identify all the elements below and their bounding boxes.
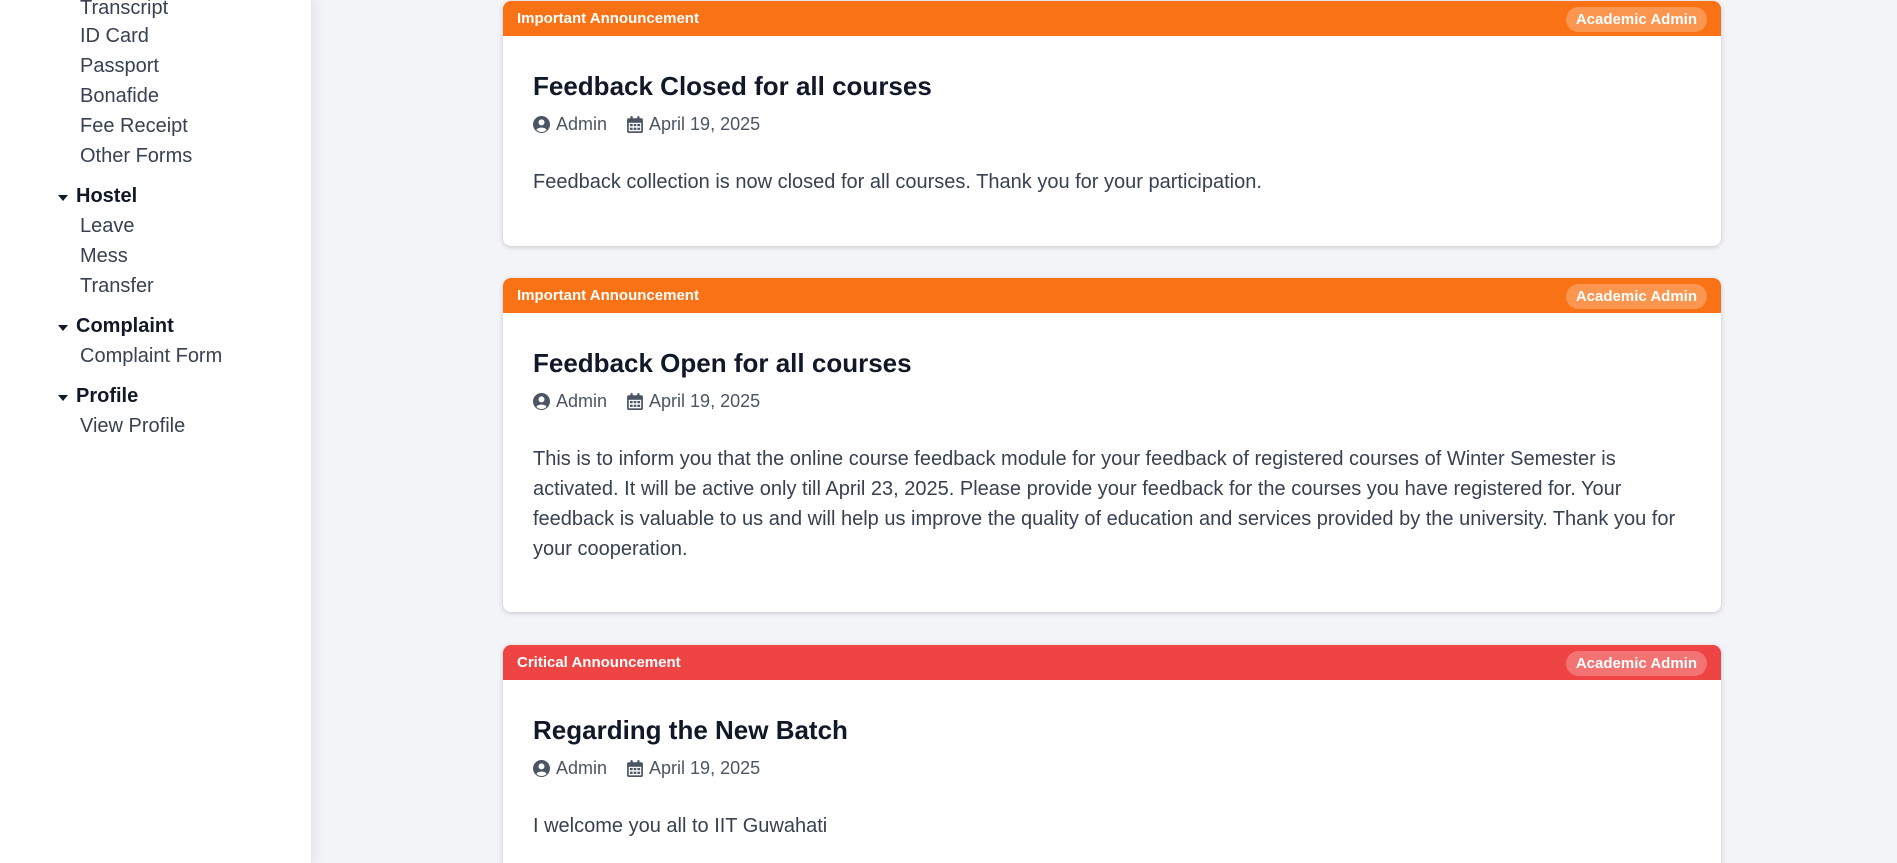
user-circle-icon bbox=[533, 116, 550, 133]
sidebar-section-hostel[interactable]: Hostel bbox=[58, 185, 137, 208]
announcement-type-label: Important Announcement bbox=[517, 10, 699, 27]
announcement-type-bar: Important Announcement Academic Admin bbox=[503, 1, 1721, 36]
sidebar-section-complaint[interactable]: Complaint bbox=[58, 315, 174, 338]
sidebar: Transcript ID Card Passport Bonafide Fee… bbox=[0, 0, 312, 863]
sidebar-item-id-card[interactable]: ID Card bbox=[80, 25, 149, 48]
announcement-title: Feedback Open for all courses bbox=[533, 348, 912, 378]
sidebar-item-complaint-form[interactable]: Complaint Form bbox=[80, 345, 222, 368]
announcement-title: Feedback Closed for all courses bbox=[533, 71, 932, 101]
announcement-type-label: Critical Announcement bbox=[517, 654, 681, 671]
user-circle-icon bbox=[533, 760, 550, 777]
announcement-type-bar: Critical Announcement Academic Admin bbox=[503, 645, 1721, 680]
author-name: Admin bbox=[556, 758, 608, 778]
announcement-date: April 19, 2025 bbox=[649, 391, 761, 411]
announcement-body: Feedback collection is now closed for al… bbox=[533, 171, 1262, 193]
sidebar-item-transcript[interactable]: Transcript bbox=[80, 0, 168, 20]
caret-down-icon bbox=[58, 394, 68, 401]
announcement-meta: Admin April 19, 2025 bbox=[533, 114, 760, 135]
author-name: Admin bbox=[556, 391, 608, 411]
calendar-icon bbox=[627, 116, 643, 133]
sidebar-item-leave[interactable]: Leave bbox=[80, 215, 135, 238]
sidebar-section-label: Complaint bbox=[76, 315, 174, 337]
announcement-card: Critical Announcement Academic Admin Reg… bbox=[503, 645, 1721, 863]
announcement-title: Regarding the New Batch bbox=[533, 715, 848, 745]
caret-down-icon bbox=[58, 324, 68, 331]
user-circle-icon bbox=[533, 393, 550, 410]
sidebar-section-label: Profile bbox=[76, 385, 139, 407]
sidebar-section-label: Hostel bbox=[76, 185, 138, 207]
announcement-meta: Admin April 19, 2025 bbox=[533, 391, 760, 412]
sidebar-item-transfer[interactable]: Transfer bbox=[80, 275, 154, 298]
announcement-type-label: Important Announcement bbox=[517, 287, 699, 304]
source-badge: Academic Admin bbox=[1565, 284, 1707, 309]
announcement-body: I welcome you all to IIT Guwahati bbox=[533, 815, 828, 837]
calendar-icon bbox=[627, 393, 643, 410]
announcement-card: Important Announcement Academic Admin Fe… bbox=[503, 278, 1721, 612]
source-badge: Academic Admin bbox=[1565, 7, 1707, 32]
author-name: Admin bbox=[556, 114, 608, 134]
announcement-body: This is to inform you that the online co… bbox=[533, 448, 1676, 560]
sidebar-item-passport[interactable]: Passport bbox=[80, 55, 159, 78]
sidebar-item-bonafide[interactable]: Bonafide bbox=[80, 85, 159, 108]
source-badge: Academic Admin bbox=[1565, 651, 1707, 676]
sidebar-item-other-forms[interactable]: Other Forms bbox=[80, 145, 192, 168]
sidebar-item-mess[interactable]: Mess bbox=[80, 245, 128, 268]
calendar-icon bbox=[627, 760, 643, 777]
sidebar-item-view-profile[interactable]: View Profile bbox=[80, 415, 185, 438]
caret-down-icon bbox=[58, 194, 68, 201]
sidebar-section-profile[interactable]: Profile bbox=[58, 385, 138, 408]
announcement-date: April 19, 2025 bbox=[649, 758, 761, 778]
announcement-meta: Admin April 19, 2025 bbox=[533, 758, 760, 779]
sidebar-item-fee-receipt[interactable]: Fee Receipt bbox=[80, 115, 188, 138]
announcement-card: Important Announcement Academic Admin Fe… bbox=[503, 1, 1721, 246]
announcement-type-bar: Important Announcement Academic Admin bbox=[503, 278, 1721, 313]
announcement-date: April 19, 2025 bbox=[649, 114, 761, 134]
